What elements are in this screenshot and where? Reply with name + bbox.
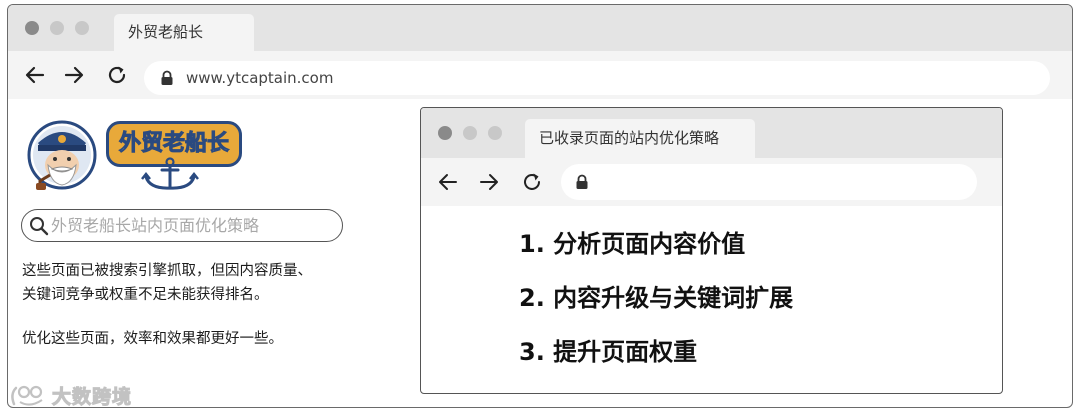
window-maximize-dot[interactable] bbox=[75, 21, 89, 35]
forward-arrow-icon[interactable] bbox=[478, 171, 500, 193]
browser-nav-bar: www.ytcaptain.com bbox=[8, 51, 1072, 99]
lock-icon bbox=[161, 70, 173, 85]
reload-icon[interactable] bbox=[521, 171, 543, 193]
site-search-box[interactable]: 外贸老船长站内页面优化策略 bbox=[21, 209, 343, 242]
window-minimize-dot[interactable] bbox=[50, 21, 64, 35]
url-text: www.ytcaptain.com bbox=[186, 69, 334, 87]
search-icon[interactable] bbox=[29, 216, 49, 236]
description-line-2: 关键词竞争或权重不足未能获得排名。 bbox=[22, 287, 269, 303]
description-line-1: 这些页面已被搜索引擎抓取，但因内容质量、 bbox=[22, 263, 312, 279]
search-placeholder: 外贸老船长站内页面优化策略 bbox=[51, 216, 260, 235]
lock-icon bbox=[576, 174, 588, 189]
back-arrow-icon[interactable] bbox=[24, 64, 46, 86]
forward-arrow-icon[interactable] bbox=[63, 64, 85, 86]
watermark-logo-icon bbox=[11, 385, 43, 406]
watermark-text: 大数跨境 bbox=[51, 386, 133, 409]
strategy-item-2: 2. 内容升级与关键词扩展 bbox=[519, 284, 794, 312]
inner-address-bar[interactable] bbox=[561, 164, 977, 200]
strategy-item-3: 3. 提升页面权重 bbox=[519, 338, 698, 366]
watermark: 大数跨境 bbox=[8, 381, 148, 409]
inner-close-dot[interactable] bbox=[438, 126, 452, 140]
inner-tab-title: 已收录页面的站内优化策略 bbox=[539, 129, 720, 147]
address-bar[interactable]: www.ytcaptain.com bbox=[144, 61, 1050, 95]
inner-tab-bar: 已收录页面的站内优化策略 bbox=[421, 108, 1002, 158]
inner-browser-tab[interactable]: 已收录页面的站内优化策略 bbox=[525, 119, 755, 158]
reload-icon[interactable] bbox=[106, 64, 128, 86]
back-arrow-icon[interactable] bbox=[437, 171, 459, 193]
browser-tab-bar: 外贸老船长 bbox=[8, 5, 1072, 51]
browser-window: 外贸老船长 www.ytcaptain.com 外贸老船长 外贸老船长站内页面优… bbox=[7, 4, 1073, 408]
description-line-3: 优化这些页面，效率和效果都更好一些。 bbox=[22, 331, 283, 347]
strategy-item-1: 1. 分析页面内容价值 bbox=[519, 230, 746, 258]
inner-minimize-dot[interactable] bbox=[463, 126, 477, 140]
inner-maximize-dot[interactable] bbox=[488, 126, 502, 140]
inner-browser-window: 已收录页面的站内优化策略 1. 分析页面内容价值 2. 内容升级与关键词扩展 3… bbox=[420, 107, 1003, 394]
browser-tab[interactable]: 外贸老船长 bbox=[114, 14, 254, 51]
inner-nav-bar bbox=[421, 158, 1002, 206]
tab-title: 外贸老船长 bbox=[128, 23, 204, 41]
anchor-icon bbox=[141, 157, 199, 190]
site-logo[interactable]: 外贸老船长 bbox=[26, 113, 256, 193]
window-close-dot[interactable] bbox=[25, 21, 39, 35]
